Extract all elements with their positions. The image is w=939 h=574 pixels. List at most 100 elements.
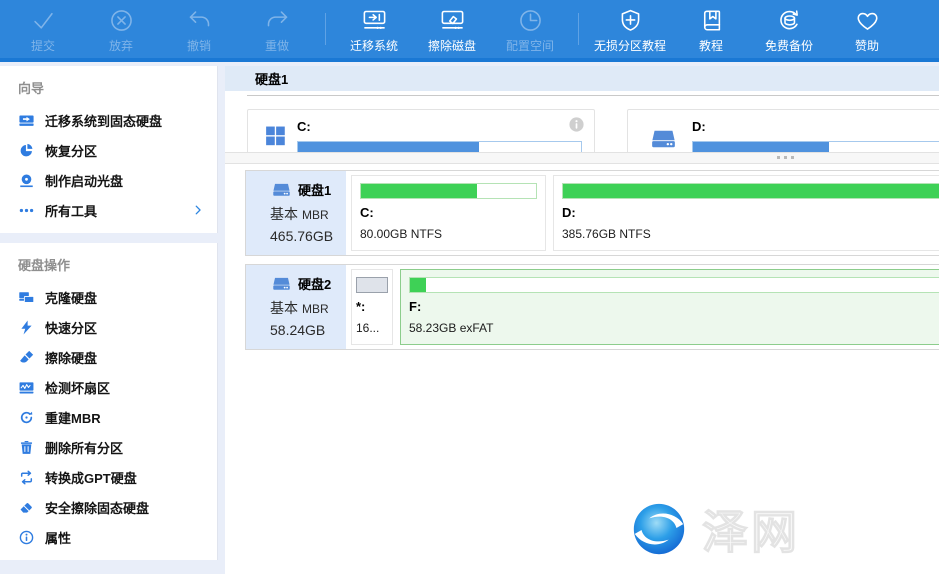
toolbar-sponsor-button[interactable]: 赞助 (828, 0, 906, 58)
toolbar: 提交放弃撤销重做迁移系统 擦除磁盘 配置空间 无损分区教程 教程 免费备份赞助 (0, 0, 939, 62)
main-area: 硬盘1 C:D: 硬盘1基本MBR465.76GBC:80.00GB NTFSD… (225, 66, 939, 574)
watermark-text: 泽网 (702, 496, 800, 562)
toolbar-label: 配置空间 (506, 37, 554, 54)
heart-icon (854, 7, 881, 34)
sidebar-item-label: 快速分区 (45, 318, 97, 337)
sidebar-item-recover-partition[interactable]: 恢复分区 (0, 135, 217, 165)
disk-name-line: 硬盘2 (270, 273, 346, 294)
partition-usage-fill (357, 278, 387, 292)
tab-disk1[interactable]: 硬盘1 (225, 69, 288, 88)
partition-label: C: (360, 205, 537, 220)
sidebar-item-all-tools[interactable]: 所有工具 (0, 195, 217, 225)
watermark-logo-icon (628, 498, 690, 560)
sidebar-section: 向导迁移系统到固态硬盘恢复分区制作启动光盘所有工具 (0, 66, 218, 233)
disk-size: 465.76GB (270, 228, 346, 244)
partition-info: 58.23GB exFAT (409, 321, 939, 335)
hdd-icon (270, 273, 293, 294)
sidebar-item-label: 擦除硬盘 (45, 348, 97, 367)
sidebar-item-label: 转换成GPT硬盘 (45, 468, 137, 487)
toolbar-allocate-space-button[interactable]: 配置空间 (491, 0, 569, 58)
partition-c[interactable]: C:80.00GB NTFS (351, 175, 546, 251)
toolbar-submit-button[interactable]: 提交 (4, 0, 82, 58)
wave-icon (18, 379, 35, 396)
sidebar-item-rebuild-mbr[interactable]: 重建MBR (0, 402, 217, 432)
toolbar-label: 无损分区教程 (594, 37, 666, 54)
partition-cards: C:80.00GB NTFS D: 385.76GB NTFS (346, 171, 939, 255)
sidebar-item-label: 删除所有分区 (45, 438, 123, 457)
disk-info-panel[interactable]: 硬盘2 基本MBR 58.24GB (246, 265, 346, 349)
hdd-icon (647, 124, 680, 152)
disk-row-2[interactable]: 硬盘2 基本MBR 58.24GB *:16... F: 58.23GB exFAT (245, 264, 939, 350)
disk-scheme: MBR (302, 208, 329, 222)
toolbar-free-backup-button[interactable]: 免费备份 (750, 0, 828, 58)
partition-usage-bar (360, 183, 537, 199)
partition-info: 385.76GB NTFS (562, 227, 939, 241)
sidebar-item-label: 属性 (45, 528, 71, 547)
toolbar-tutorial-button[interactable]: 教程 (672, 0, 750, 58)
sidebar-item-check-bad-sectors[interactable]: 检测坏扇区 (0, 372, 217, 402)
backup-icon (776, 7, 803, 34)
partition-label: F: (409, 299, 939, 314)
toolbar-wipe-disk-button[interactable]: 擦除磁盘 (413, 0, 491, 58)
disk-row-1[interactable]: 硬盘1基本MBR465.76GBC:80.00GB NTFSD:385.76GB… (245, 170, 939, 256)
sidebar-item-clone-disk[interactable]: 克隆硬盘 (0, 282, 217, 312)
sidebar-item-secure-erase-ssd[interactable]: 安全擦除固态硬盘 (0, 492, 217, 522)
partition-d[interactable]: D: 385.76GB NTFS (553, 175, 939, 251)
partition-cards: *:16... F: 58.23GB exFAT (346, 265, 939, 349)
sidebar-item-properties[interactable]: 属性 (0, 522, 217, 552)
sidebar-item-label: 制作启动光盘 (45, 171, 123, 190)
swap-icon (18, 469, 35, 486)
disk-list: 硬盘1基本MBR465.76GBC:80.00GB NTFSD:385.76GB… (225, 164, 939, 350)
toolbar-redo-button[interactable]: 重做 (238, 0, 316, 58)
partition-usage-fill (410, 278, 426, 292)
overview-usage-fill (693, 142, 829, 152)
partition-[interactable]: *:16... (351, 269, 393, 345)
overview-volume-c[interactable]: C: (247, 109, 595, 152)
partition-usage-fill (361, 184, 477, 198)
sidebar-item-migrate-to-ssd[interactable]: 迁移系统到固态硬盘 (0, 105, 217, 135)
sidebar-item-make-boot-disc[interactable]: 制作启动光盘 (0, 165, 217, 195)
overview-splitter[interactable] (225, 152, 939, 164)
sidebar-item-wipe-drive[interactable]: 擦除硬盘 (0, 342, 217, 372)
toolbar-lossless-tutorial-button[interactable]: 无损分区教程 (588, 0, 672, 58)
broom-icon (18, 349, 35, 366)
splitter-grip-icon (777, 156, 794, 159)
sidebar-item-delete-all-partitions[interactable]: 删除所有分区 (0, 432, 217, 462)
toolbar-label: 免费备份 (765, 37, 813, 54)
toolbar-label: 迁移系统 (350, 37, 398, 54)
disk-type: 基本 (270, 300, 298, 316)
disc-icon (18, 172, 35, 189)
pie-icon (18, 142, 35, 159)
overview-volume-d[interactable]: D: (627, 109, 939, 152)
sidebar-item-label: 重建MBR (45, 408, 101, 427)
windows-logo-icon (263, 123, 288, 148)
disk-type-line: 基本 MBR (270, 204, 346, 224)
toolbar-label: 教程 (699, 37, 723, 54)
toolbar-discard-button[interactable]: 放弃 (82, 0, 160, 58)
volume-overview-strip: C: D: (225, 96, 939, 152)
disk-info-panel[interactable]: 硬盘1基本MBR465.76GB (246, 171, 346, 255)
toolbar-undo-button[interactable]: 撤销 (160, 0, 238, 58)
partition-info: 16... (356, 321, 388, 335)
sidebar-item-label: 安全擦除固态硬盘 (45, 498, 149, 517)
sidebar-item-convert-to-gpt[interactable]: 转换成GPT硬盘 (0, 462, 217, 492)
disk-size: 58.24GB (270, 322, 346, 338)
refresh-icon (18, 409, 35, 426)
chevron-right-icon (191, 203, 205, 217)
sidebar-item-quick-partition[interactable]: 快速分区 (0, 312, 217, 342)
overview-usage-bar (692, 141, 939, 152)
disk-type-line: 基本MBR (270, 298, 346, 318)
toolbar-separator (578, 13, 579, 45)
toolbar-migrate-os-button[interactable]: 迁移系统 (335, 0, 413, 58)
overview-volume-label: D: (692, 119, 706, 134)
eraser-icon (18, 499, 35, 516)
partition-usage-bar (356, 277, 388, 293)
check-icon (30, 7, 57, 34)
partition-label: D: (562, 205, 939, 220)
sidebar: 向导迁移系统到固态硬盘恢复分区制作启动光盘所有工具硬盘操作克隆硬盘快速分区擦除硬… (0, 66, 218, 574)
toolbar-label: 擦除磁盘 (428, 37, 476, 54)
disk-type: 基本 (270, 206, 298, 222)
sidebar-item-label: 迁移系统到固态硬盘 (45, 111, 162, 130)
sidebar-item-label: 检测坏扇区 (45, 378, 110, 397)
partition-f[interactable]: F: 58.23GB exFAT (400, 269, 939, 345)
